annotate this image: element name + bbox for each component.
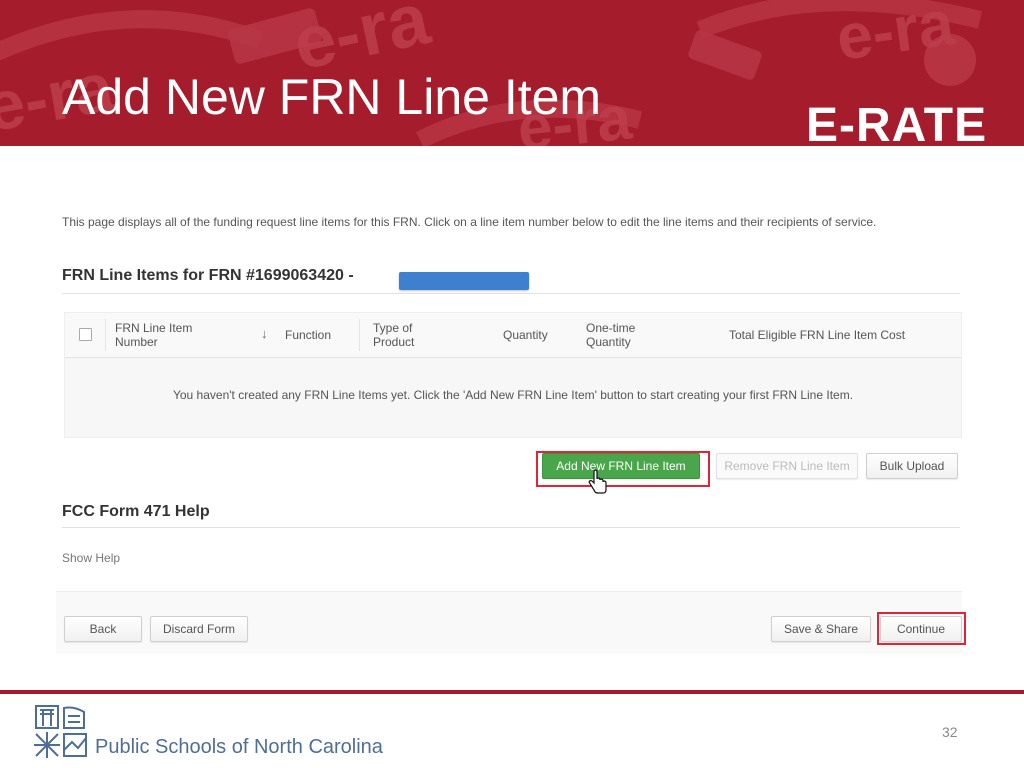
title-banner: e-ra e-ra e-ra e-ra Add New FRN Line Ite… bbox=[0, 0, 1024, 146]
frn-line-items-heading: FRN Line Items for FRN #1699063420 - bbox=[62, 267, 354, 284]
bulk-upload-button[interactable]: Bulk Upload bbox=[866, 453, 958, 479]
divider bbox=[105, 319, 106, 351]
show-help-link[interactable]: Show Help bbox=[62, 551, 120, 565]
column-header-one-time-quantity[interactable]: One-time Quantity bbox=[586, 321, 658, 349]
slide-title: Add New FRN Line Item bbox=[62, 69, 602, 125]
select-all-checkbox[interactable] bbox=[79, 328, 92, 341]
divider bbox=[359, 319, 360, 351]
column-header-total-eligible-cost[interactable]: Total Eligible FRN Line Item Cost bbox=[729, 328, 905, 342]
highlight-box bbox=[877, 612, 966, 645]
remove-frn-line-item-button[interactable]: Remove FRN Line Item bbox=[716, 453, 858, 479]
form-footer: Back Discard Form Save & Share Continue bbox=[56, 591, 966, 654]
hand-cursor-icon bbox=[588, 469, 607, 494]
highlight-box bbox=[536, 451, 710, 487]
table-header: FRN Line Item Number ↓ Function Type of … bbox=[65, 313, 961, 358]
form-screenshot: This page displays all of the funding re… bbox=[56, 205, 968, 655]
back-button[interactable]: Back bbox=[64, 616, 142, 642]
page-number: 32 bbox=[942, 724, 958, 740]
divider bbox=[62, 527, 960, 528]
save-and-share-button[interactable]: Save & Share bbox=[771, 616, 871, 642]
form-help-heading: FCC Form 471 Help bbox=[62, 503, 210, 520]
discard-form-button[interactable]: Discard Form bbox=[150, 616, 248, 642]
intro-text: This page displays all of the funding re… bbox=[62, 215, 877, 229]
column-header-type-of-product[interactable]: Type of Product bbox=[373, 321, 443, 349]
erate-logo: E-RATE bbox=[806, 99, 988, 146]
arrow-down-icon[interactable]: ↓ bbox=[261, 326, 268, 341]
organization-name: Public Schools of North Carolina bbox=[95, 736, 383, 758]
redaction-bar bbox=[399, 272, 529, 290]
column-header-quantity[interactable]: Quantity bbox=[503, 328, 548, 342]
footer-rule bbox=[0, 690, 1024, 694]
empty-table-message: You haven't created any FRN Line Items y… bbox=[172, 388, 854, 402]
column-header-function[interactable]: Function bbox=[285, 328, 331, 342]
psnc-logo bbox=[34, 705, 87, 758]
divider bbox=[62, 293, 960, 294]
frn-line-items-table: FRN Line Item Number ↓ Function Type of … bbox=[64, 312, 962, 438]
column-header-line-item-number[interactable]: FRN Line Item Number bbox=[115, 321, 225, 349]
